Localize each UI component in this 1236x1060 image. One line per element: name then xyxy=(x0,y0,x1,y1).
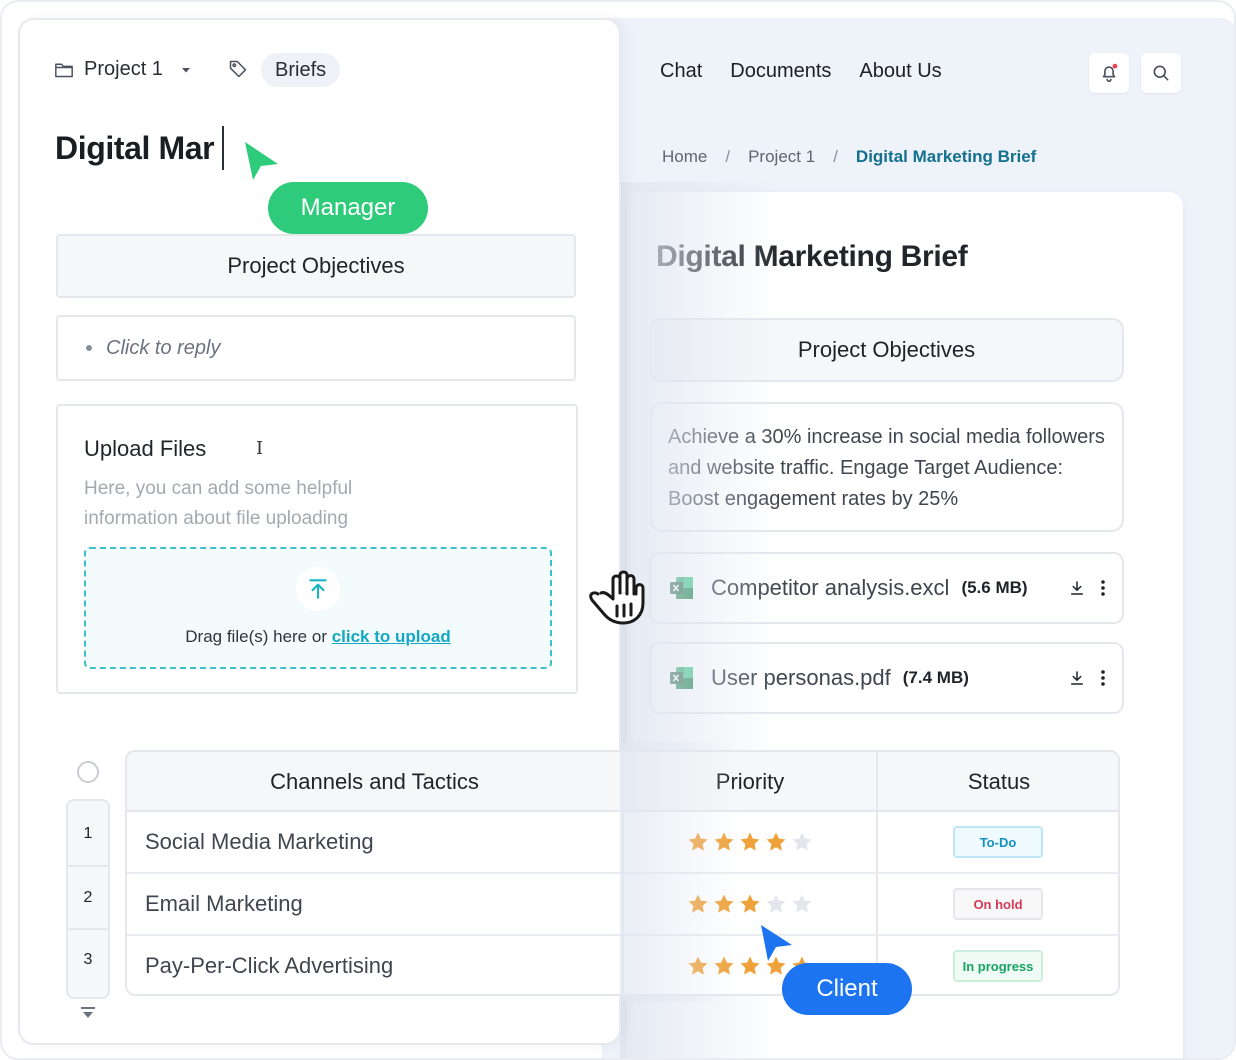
upload-help-text: Here, you can add some helpful informati… xyxy=(84,478,353,529)
project-name: Project 1 xyxy=(84,58,163,80)
top-nav: Chat Documents About Us xyxy=(660,58,942,84)
star-filled-icon[interactable] xyxy=(687,893,709,915)
star-filled-icon[interactable] xyxy=(687,831,709,853)
status-badge[interactable]: On hold xyxy=(953,888,1043,920)
caret-down-icon xyxy=(181,67,190,72)
breadcrumb-project[interactable]: Project 1 xyxy=(748,147,815,167)
tag-icon xyxy=(229,60,247,78)
objectives-text: Achieve a 30% increase in social media f… xyxy=(650,402,1124,532)
status-badge[interactable]: In progress xyxy=(953,950,1043,982)
row-number[interactable]: 3 xyxy=(68,951,108,969)
row-number[interactable]: 1 xyxy=(68,825,108,843)
star-filled-icon[interactable] xyxy=(739,831,761,853)
bell-icon xyxy=(1102,63,1118,83)
file-actions xyxy=(1068,554,1106,622)
channel-cell[interactable]: Social Media Marketing xyxy=(145,812,374,872)
column-header-priority[interactable]: Priority xyxy=(624,752,876,812)
cursor-arrow-icon xyxy=(761,925,792,961)
search-button[interactable] xyxy=(1141,53,1181,93)
file-size: (7.4 MB) xyxy=(902,668,969,687)
dropzone-text: Drag file(s) here or click to upload xyxy=(86,627,550,647)
tag-chip[interactable]: Briefs xyxy=(261,53,341,87)
sort-down-icon[interactable] xyxy=(80,1006,96,1020)
star-filled-icon[interactable] xyxy=(713,955,735,977)
upload-title: Upload Files xyxy=(84,436,207,461)
nav-about-us[interactable]: About Us xyxy=(859,58,941,84)
nav-chat[interactable]: Chat xyxy=(660,58,702,84)
row-number[interactable]: 2 xyxy=(68,889,108,907)
table-row[interactable]: Social Media Marketing To-Do xyxy=(127,812,1118,874)
breadcrumb-home[interactable]: Home xyxy=(662,147,707,167)
star-empty-icon[interactable] xyxy=(791,893,813,915)
priority-rating[interactable] xyxy=(687,812,813,872)
row-number-column: 1 2 3 xyxy=(66,799,110,999)
objectives-heading[interactable]: Project Objectives xyxy=(56,234,576,298)
grab-hand-icon xyxy=(589,570,645,625)
folder-icon xyxy=(55,63,73,77)
table-row[interactable]: Email Marketing On hold xyxy=(127,874,1118,936)
file-size: (5.6 MB) xyxy=(961,578,1028,597)
upload-icon xyxy=(296,567,340,611)
drop-instruction: Drag file(s) here or xyxy=(185,627,332,646)
app-frame: Chat Documents About Us Home / Project 1… xyxy=(0,0,1236,1060)
title-input[interactable]: Digital Mar xyxy=(55,130,215,167)
search-icon xyxy=(1153,65,1169,81)
project-selector[interactable]: Project 1 xyxy=(54,58,193,81)
notifications-button[interactable] xyxy=(1089,53,1129,93)
file-row[interactable]: Competitor analysis.excl (5.6 MB) xyxy=(649,552,1124,624)
file-name[interactable]: User personas.pdf xyxy=(711,665,891,691)
text-cursor-icon: I xyxy=(256,438,264,459)
breadcrumb-current: Digital Marketing Brief xyxy=(855,147,1037,166)
cursor-arrow-icon xyxy=(245,142,278,180)
file-actions xyxy=(1068,644,1106,712)
divider xyxy=(68,865,108,867)
text-caret xyxy=(222,126,224,170)
dropzone[interactable]: Drag file(s) here or click to upload xyxy=(84,547,552,669)
more-vertical-icon[interactable] xyxy=(1100,669,1106,687)
select-all-checkbox[interactable] xyxy=(77,761,99,783)
breadcrumb-separator: / xyxy=(725,147,731,166)
channel-cell[interactable]: Email Marketing xyxy=(145,874,303,934)
excel-file-icon xyxy=(669,665,695,691)
bullet xyxy=(86,345,92,351)
excel-file-icon xyxy=(669,575,695,601)
file-name[interactable]: Competitor analysis.excl xyxy=(711,575,949,601)
divider xyxy=(68,928,108,930)
click-to-upload-link[interactable]: click to upload xyxy=(332,627,451,646)
column-header-channels[interactable]: Channels and Tactics xyxy=(127,752,622,812)
priority-rating[interactable] xyxy=(687,874,813,934)
client-cursor-badge: Client xyxy=(782,963,912,1015)
star-filled-icon[interactable] xyxy=(739,893,761,915)
reply-input[interactable]: Click to reply xyxy=(56,315,576,381)
breadcrumb: Home / Project 1 / Digital Marketing Bri… xyxy=(662,147,1036,167)
nav-documents[interactable]: Documents xyxy=(730,58,831,84)
table-row[interactable]: Pay-Per-Click Advertising In progress xyxy=(127,936,1118,994)
star-filled-icon[interactable] xyxy=(713,893,735,915)
page-title: Digital Marketing Brief xyxy=(656,240,968,273)
channel-cell[interactable]: Pay-Per-Click Advertising xyxy=(145,936,393,994)
upload-card: Upload Files I Here, you can add some he… xyxy=(56,404,578,694)
file-row[interactable]: User personas.pdf (7.4 MB) xyxy=(649,642,1124,714)
star-empty-icon[interactable] xyxy=(765,893,787,915)
channels-table: Channels and Tactics Priority Status Soc… xyxy=(125,750,1120,996)
breadcrumb-separator: / xyxy=(833,147,838,166)
download-icon[interactable] xyxy=(1068,669,1086,687)
column-header-status[interactable]: Status xyxy=(878,752,1118,812)
reply-placeholder: Click to reply xyxy=(106,336,221,359)
download-icon[interactable] xyxy=(1068,579,1086,597)
objectives-heading: Project Objectives xyxy=(649,318,1124,382)
manager-cursor-badge: Manager xyxy=(268,182,428,234)
star-filled-icon[interactable] xyxy=(687,955,709,977)
star-filled-icon[interactable] xyxy=(713,831,735,853)
star-filled-icon[interactable] xyxy=(765,831,787,853)
status-badge[interactable]: To-Do xyxy=(953,826,1043,858)
more-vertical-icon[interactable] xyxy=(1100,579,1106,597)
star-empty-icon[interactable] xyxy=(791,831,813,853)
